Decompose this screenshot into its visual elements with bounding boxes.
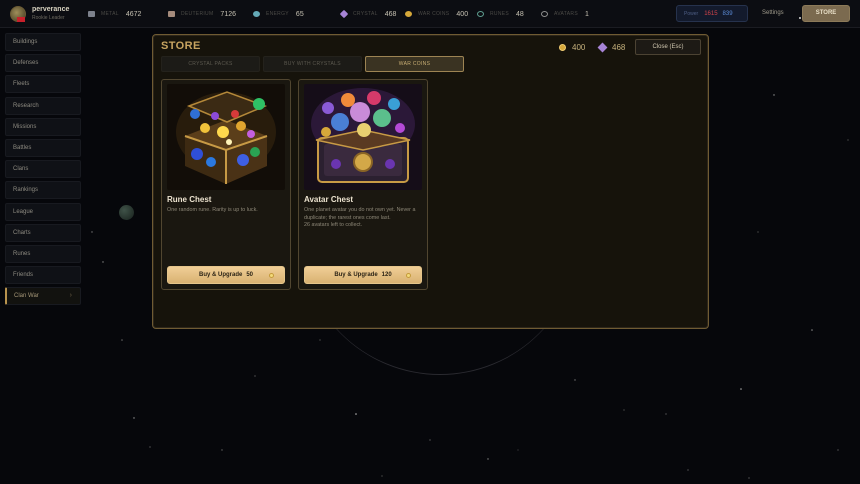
tab-war-coins[interactable]: War Coins	[365, 56, 464, 72]
tab-crystal-packs[interactable]: Crystal Packs	[161, 56, 260, 72]
sidebar-item-clans[interactable]: Clans	[5, 160, 81, 179]
avatar-chest-image	[304, 84, 422, 190]
sidebar-item-runes[interactable]: Runes	[5, 244, 81, 263]
sidebar-item-battles[interactable]: Battles	[5, 138, 81, 157]
sidebar-item-buildings[interactable]: Buildings	[5, 33, 81, 51]
buy-rune-chest-button[interactable]: Buy & Upgrade 50	[167, 266, 285, 284]
moon	[119, 205, 134, 220]
power-indicator[interactable]: Power 1615 839	[676, 5, 748, 22]
coin-icon	[269, 273, 274, 278]
resource-avatars: Avatars 1	[541, 9, 589, 19]
buy-avatar-chest-button[interactable]: Buy & Upgrade 120	[304, 266, 422, 284]
sidebar-item-friends[interactable]: Friends	[5, 266, 81, 285]
resource-crystal: Crystal 468	[339, 9, 396, 19]
resource-energy: Energy 65	[253, 9, 304, 19]
resource-runes: Runes 48	[477, 9, 524, 19]
rune-chest-card: Rune Chest One random rune. Rarity is up…	[161, 79, 291, 290]
deuterium-icon	[168, 11, 175, 17]
rune-chest-image	[167, 84, 285, 190]
resource-war-coins: War Coins 400	[405, 9, 468, 19]
player-rank: Rookie Leader	[32, 15, 65, 21]
sidebar-item-league[interactable]: League	[5, 202, 81, 221]
coin-icon	[405, 11, 412, 17]
crystal-balance: 468	[597, 42, 625, 53]
sidebar-item-charts[interactable]: Charts	[5, 223, 81, 242]
sidebar-item-defenses[interactable]: Defenses	[5, 54, 81, 73]
player-name: perverance	[32, 6, 70, 13]
coin-icon	[559, 44, 566, 51]
energy-icon	[253, 11, 260, 17]
store-tabs: Crystal Packs Buy with Crystals War Coin…	[161, 56, 466, 72]
avatar-chest-card: Avatar Chest One planet avatar you do no…	[298, 79, 428, 290]
tab-buy-with-crystals[interactable]: Buy with Crystals	[263, 56, 362, 72]
card-description: One planet avatar you do not own yet. Ne…	[304, 207, 416, 228]
close-button[interactable]: Close (Esc)	[635, 39, 701, 55]
settings-link[interactable]: Settings	[762, 10, 784, 16]
sidebar-item-rankings[interactable]: Rankings	[5, 181, 81, 200]
store-title: STORE	[161, 40, 201, 52]
sidebar: Buildings Defenses Fleets Research Missi…	[5, 33, 81, 308]
card-title: Avatar Chest	[304, 195, 354, 204]
crystal-icon	[339, 9, 349, 19]
sidebar-item-fleets[interactable]: Fleets	[5, 75, 81, 94]
card-description: One random rune. Rarity is up to luck.	[167, 207, 258, 213]
card-title: Rune Chest	[167, 195, 212, 204]
resource-metal: Metal 4672	[88, 9, 141, 19]
crystal-icon	[597, 42, 608, 53]
coin-balance: 400	[559, 43, 585, 52]
store-modal: STORE 400 468 Close (Esc) Crystal Packs …	[152, 34, 709, 329]
coin-icon	[406, 273, 411, 278]
sidebar-item-research[interactable]: Research	[5, 96, 81, 115]
sidebar-item-clan-war[interactable]: Clan War	[5, 287, 81, 306]
metal-icon	[88, 11, 95, 17]
resource-deuterium: Deuterium 7126	[168, 9, 236, 19]
avatar-icon	[541, 11, 548, 17]
flag-icon	[17, 17, 25, 22]
sidebar-item-missions[interactable]: Missions	[5, 117, 81, 136]
rune-icon	[477, 11, 484, 17]
notification-dot	[799, 17, 801, 19]
store-button[interactable]: STORE	[802, 5, 850, 22]
top-bar: perverance Rookie Leader Metal 4672 Deut…	[0, 0, 860, 28]
